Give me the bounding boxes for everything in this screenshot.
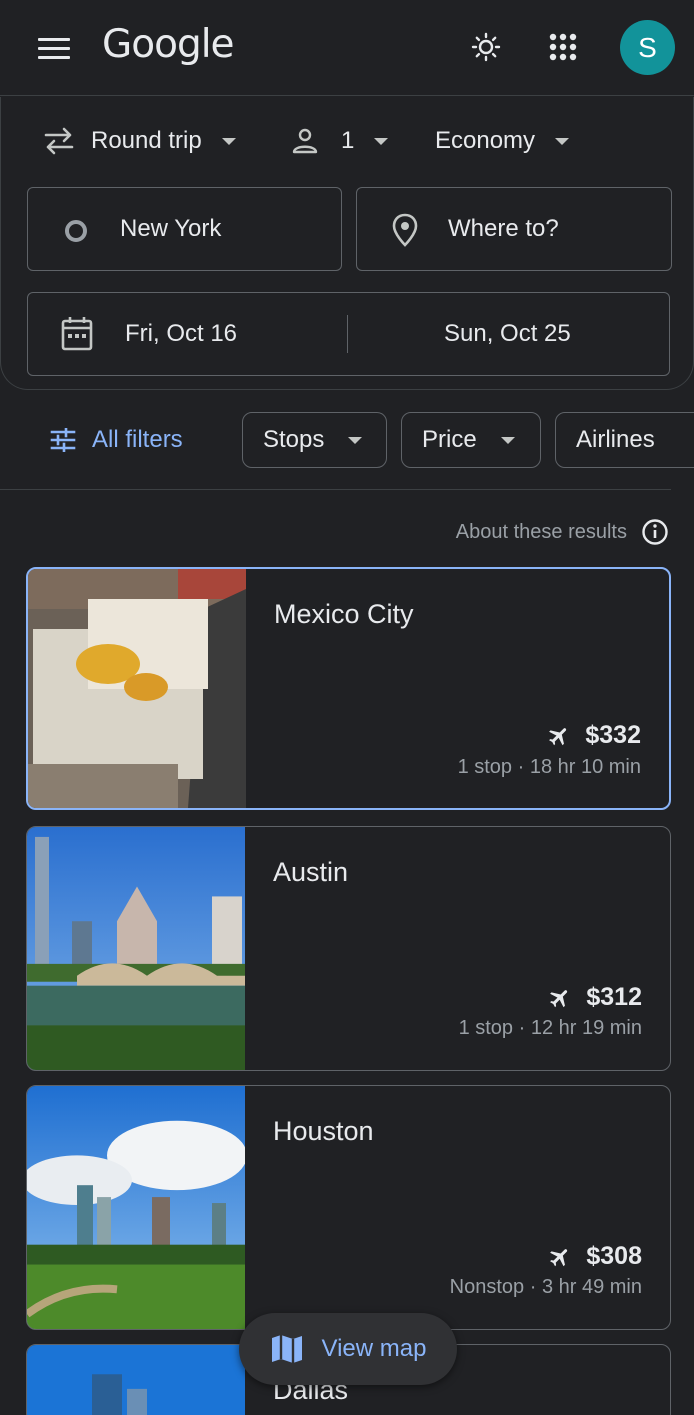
divider xyxy=(0,489,671,490)
location-pin-icon xyxy=(392,213,418,247)
chevron-down-icon xyxy=(348,436,363,444)
price-row: $332 xyxy=(547,721,641,750)
trip-type-select[interactable]: Round trip xyxy=(43,121,236,161)
chip-label: Airlines xyxy=(576,426,655,453)
price-row: $312 xyxy=(548,983,642,1012)
dallas-photo xyxy=(27,1345,245,1415)
chip-label: Price xyxy=(422,426,477,453)
return-date[interactable]: Sun, Oct 25 xyxy=(444,320,571,348)
dates-field[interactable]: Fri, Oct 16 Sun, Oct 25 xyxy=(27,292,670,376)
destination-name: Austin xyxy=(273,857,349,887)
airplane-icon xyxy=(550,1248,568,1266)
theme-toggle-button[interactable] xyxy=(466,27,506,67)
flight-meta: 1 stop · 18 hr 10 min xyxy=(457,756,641,778)
chevron-down-icon xyxy=(221,137,236,145)
flight-meta: 1 stop · 12 hr 19 min xyxy=(458,1017,642,1039)
passengers-select[interactable]: 1 xyxy=(291,121,389,161)
top-app-bar: Google S xyxy=(0,0,694,96)
destination-placeholder: Where to? xyxy=(448,215,559,242)
departure-date[interactable]: Fri, Oct 16 xyxy=(125,320,237,348)
austin-photo xyxy=(27,827,245,1070)
apps-grid-icon xyxy=(549,33,577,61)
swap-arrows-icon xyxy=(44,127,74,155)
price: $312 xyxy=(586,983,642,1011)
mexico-city-photo xyxy=(28,569,246,808)
info-icon[interactable] xyxy=(641,518,669,546)
flight-meta: Nonstop · 3 hr 49 min xyxy=(449,1276,642,1298)
map-icon xyxy=(271,1335,302,1363)
origin-field[interactable]: New York xyxy=(27,187,342,271)
duration: 12 hr 19 min xyxy=(530,1017,642,1039)
destination-card-mexico-city[interactable]: Mexico City $332 1 stop · 18 hr 10 min xyxy=(26,567,671,810)
google-logo[interactable]: Google xyxy=(102,22,235,67)
cabin-class-select[interactable]: Economy xyxy=(435,121,570,161)
all-filters-button[interactable]: All filters xyxy=(50,412,183,468)
passengers-count: 1 xyxy=(341,127,355,154)
destination-field[interactable]: Where to? xyxy=(356,187,672,271)
hamburger-line xyxy=(38,46,70,50)
filter-bar: All filters Stops Price Airlines xyxy=(0,412,694,468)
duration: 18 hr 10 min xyxy=(529,756,641,778)
price-filter-chip[interactable]: Price xyxy=(401,412,541,468)
stops: Nonstop xyxy=(449,1276,525,1298)
airlines-filter-chip[interactable]: Airlines xyxy=(555,412,694,468)
cabin-class-label: Economy xyxy=(435,127,536,154)
calendar-icon xyxy=(61,317,93,351)
destination-card-houston[interactable]: Houston $308 Nonstop · 3 hr 49 min xyxy=(26,1085,671,1330)
all-filters-label: All filters xyxy=(92,426,183,453)
google-apps-button[interactable] xyxy=(543,27,583,67)
hamburger-line xyxy=(38,55,70,59)
chevron-down-icon xyxy=(500,436,515,444)
destination-name: Houston xyxy=(273,1116,374,1146)
duration: 3 hr 49 min xyxy=(541,1276,642,1298)
view-map-label: View map xyxy=(321,1335,427,1362)
houston-photo xyxy=(27,1086,245,1329)
price-row: $308 xyxy=(548,1242,642,1271)
main-menu-button[interactable] xyxy=(30,28,78,68)
person-icon xyxy=(292,128,318,154)
stops: 1 stop xyxy=(457,756,513,778)
chip-label: Stops xyxy=(263,426,325,453)
sun-icon xyxy=(471,32,501,62)
destination-name: Mexico City xyxy=(274,599,414,629)
origin-value: New York xyxy=(120,215,222,242)
price: $332 xyxy=(585,721,641,749)
date-divider xyxy=(347,315,348,353)
stops: 1 stop xyxy=(458,1017,514,1039)
chevron-down-icon xyxy=(555,137,570,145)
stops-filter-chip[interactable]: Stops xyxy=(242,412,387,468)
hamburger-line xyxy=(38,37,70,41)
destination-card-austin[interactable]: Austin $312 1 stop · 12 hr 19 min xyxy=(26,826,671,1071)
airplane-icon xyxy=(550,989,568,1007)
view-map-button[interactable]: View map xyxy=(239,1313,457,1385)
account-avatar[interactable]: S xyxy=(620,20,675,75)
trip-type-label: Round trip xyxy=(91,127,202,154)
origin-circle-icon xyxy=(65,220,87,242)
airplane-icon xyxy=(549,727,567,745)
flight-search-panel: Round trip 1 Economy New York Where to? xyxy=(0,97,694,390)
chevron-down-icon xyxy=(374,137,389,145)
price: $308 xyxy=(586,1242,642,1270)
about-results-label: About these results xyxy=(455,520,627,543)
about-results[interactable]: About these results xyxy=(456,518,669,546)
tune-icon xyxy=(50,428,76,452)
